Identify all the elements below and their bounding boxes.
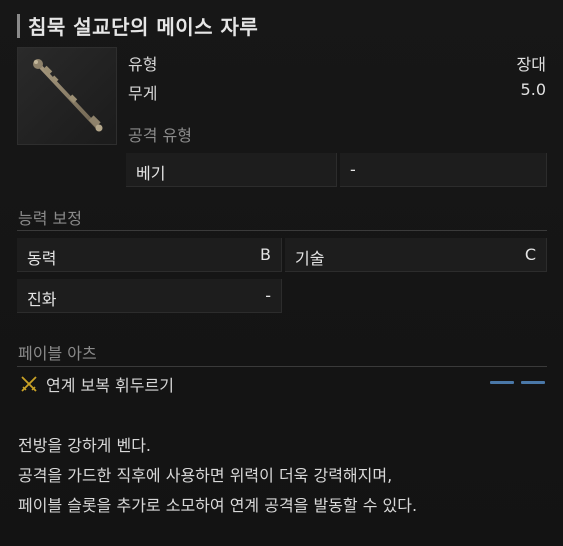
type-value: 장대 [516,55,546,74]
attack-type-primary-box: 베기 [126,153,337,187]
description-line: 전방을 강하게 벤다. [18,436,152,455]
scaling-stat-name: 기술 [295,249,325,268]
attack-type-label: 공격 유형 [128,126,192,145]
title-accent-bar [17,14,20,38]
scaling-stat-name: 동력 [27,249,57,268]
item-thumbnail [17,47,117,145]
item-title: 침묵 설교단의 메이스 자루 [28,15,259,39]
crossed-swords-icon [21,376,37,392]
description-line: 공격을 가드한 직후에 사용하면 위력이 더욱 강력해지며, [18,466,393,485]
fable-slot-cost-2 [521,381,545,384]
weight-value: 5.0 [520,80,546,99]
scaling-label: 능력 보정 [18,209,82,228]
weight-label: 무게 [128,84,158,103]
scaling-stat-grade: C [524,245,536,264]
mace-handle-icon [33,59,103,132]
fable-arts-divider [17,366,547,367]
type-label: 유형 [128,55,158,74]
attack-type-secondary-box: - [340,153,547,187]
scaling-divider [17,230,547,231]
scaling-stat-grade: - [265,286,271,305]
scaling-row: 기술 C [285,238,547,272]
scaling-row: 동력 B [17,238,282,272]
scaling-row: 진화 - [17,279,282,313]
fable-art-name: 연계 보복 휘두르기 [46,376,174,395]
item-tooltip-panel: 침묵 설교단의 메이스 자루 유형 장대 무게 5.0 공격 유형 베기 - 능… [0,0,563,546]
scaling-stat-name: 진화 [27,290,57,309]
attack-type-secondary: - [350,160,356,179]
attack-type-primary: 베기 [136,164,166,183]
fable-arts-label: 페이블 아츠 [18,344,97,363]
scaling-stat-grade: B [260,245,271,264]
description-line: 페이블 슬롯을 추가로 소모하여 연계 공격을 발동할 수 있다. [18,496,418,515]
fable-slot-cost-1 [490,381,514,384]
